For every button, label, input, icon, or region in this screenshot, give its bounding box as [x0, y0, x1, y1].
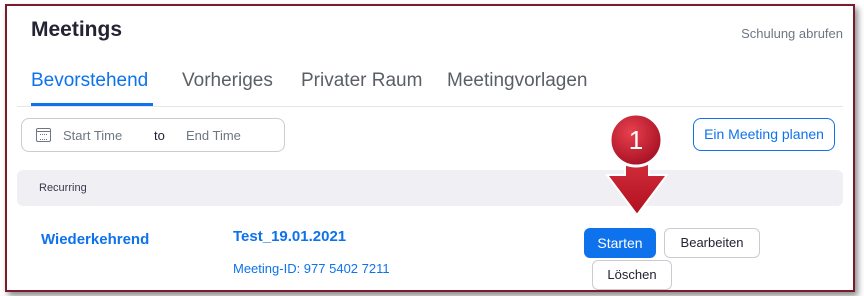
schedule-meeting-button[interactable]: Ein Meeting planen	[693, 118, 835, 151]
meeting-type-label: Wiederkehrend	[41, 231, 150, 248]
calendar-icon	[36, 128, 51, 142]
tab-personal-room[interactable]: Privater Raum	[301, 70, 422, 92]
tab-previous[interactable]: Vorheriges	[182, 70, 273, 92]
date-range-separator: to	[154, 128, 165, 143]
edit-button[interactable]: Bearbeiten	[664, 228, 760, 258]
start-button[interactable]: Starten	[584, 228, 656, 258]
delete-button[interactable]: Löschen	[592, 260, 672, 290]
start-time-field[interactable]: Start Time	[63, 128, 122, 143]
tab-upcoming[interactable]: Bevorstehend	[31, 70, 148, 92]
page-title: Meetings	[31, 18, 123, 41]
meeting-id: Meeting-ID: 977 5402 7211	[233, 261, 390, 276]
section-header: Recurring	[17, 170, 843, 206]
tab-meeting-templates[interactable]: Meetingvorlagen	[447, 70, 587, 92]
meeting-title-link[interactable]: Test_19.01.2021	[233, 228, 346, 245]
tabs-divider	[17, 106, 843, 107]
training-link[interactable]: Schulung abrufen	[741, 26, 843, 41]
section-label: Recurring	[39, 182, 87, 194]
date-range-filter[interactable]: Start Time to End Time	[21, 118, 285, 152]
step-annotation: 1	[605, 112, 669, 217]
meetings-panel: Meetings Schulung abrufen Bevorstehend V…	[5, 4, 855, 292]
step-number: 1	[629, 125, 643, 155]
end-time-field[interactable]: End Time	[186, 128, 241, 143]
